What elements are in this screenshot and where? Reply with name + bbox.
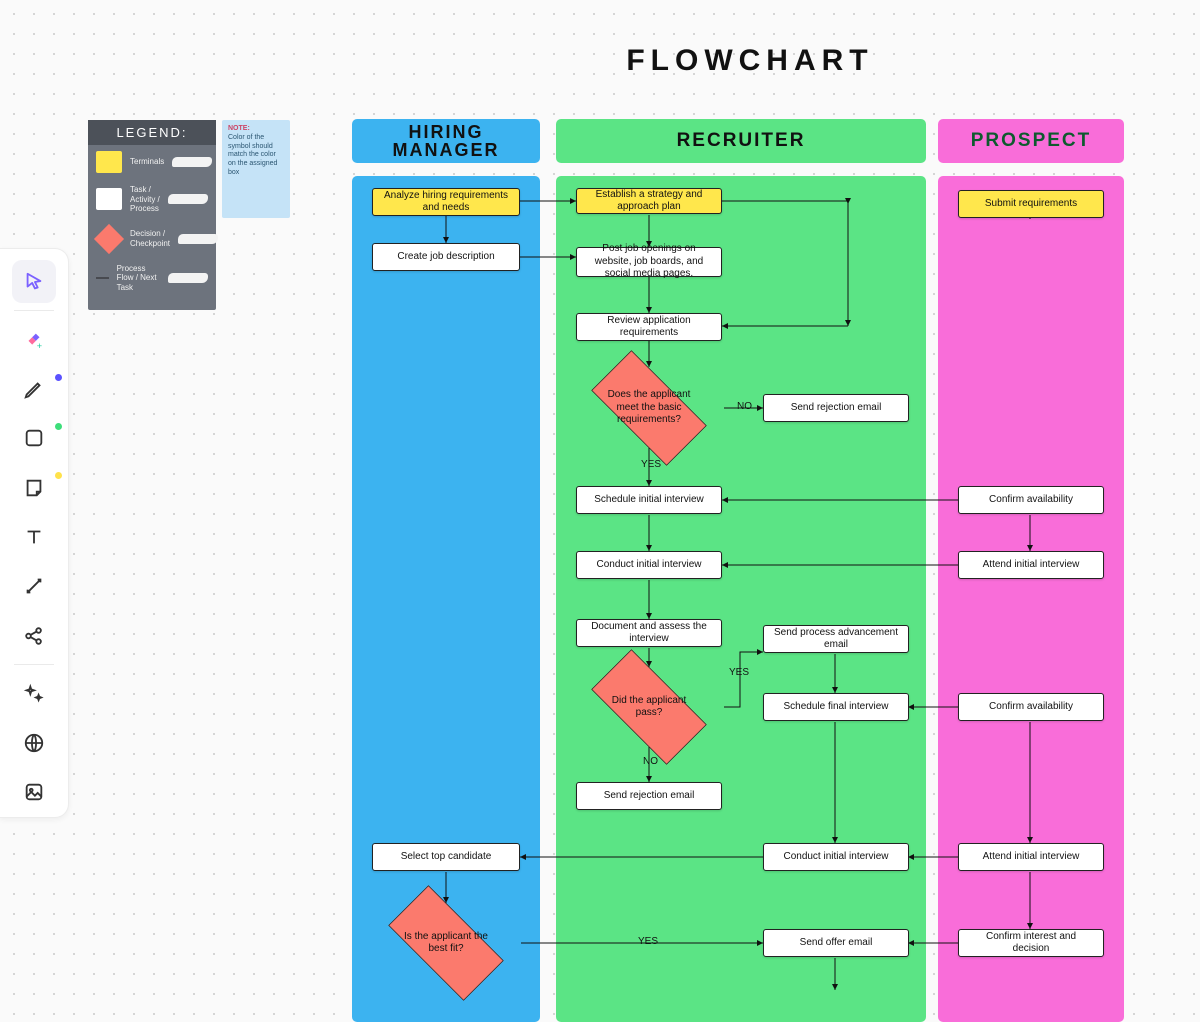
node-text: Establish a strategy and approach plan (585, 189, 713, 214)
node-text: Does the applicant meet the basic requir… (574, 368, 724, 448)
node-text: Send rejection email (791, 402, 882, 415)
node-r-pass[interactable]: Did the applicant pass? (574, 667, 724, 747)
node-hm-createjd[interactable]: Create job description (372, 243, 520, 271)
node-r-rej1[interactable]: Send rejection email (763, 394, 909, 422)
legend-card[interactable]: LEGEND: Terminals Task / Activity / Proc… (88, 120, 216, 310)
node-text: Conduct initial interview (783, 851, 888, 864)
node-p-conf1[interactable]: Confirm availability (958, 486, 1104, 514)
node-text: Confirm availability (989, 494, 1073, 507)
node-p-attend1[interactable]: Attend initial interview (958, 551, 1104, 579)
node-r-schedinit[interactable]: Schedule initial interview (576, 486, 722, 514)
node-text: Conduct initial interview (596, 559, 701, 572)
swatch-flow-arrow (96, 273, 109, 283)
node-r-reviewreq[interactable]: Review application requirements (576, 313, 722, 341)
node-hm-analyze[interactable]: Analyze hiring requirements and needs (372, 188, 520, 216)
node-p-attend2[interactable]: Attend initial interview (958, 843, 1104, 871)
swatch-terminal (96, 151, 122, 173)
swatch-task (96, 188, 122, 210)
node-r-post[interactable]: Post job openings on website, job boards… (576, 247, 722, 277)
node-p-conf2[interactable]: Confirm availability (958, 693, 1104, 721)
node-r-offer[interactable]: Send offer email (763, 929, 909, 957)
edge-label-no: NO (737, 401, 752, 412)
node-r-docassess[interactable]: Document and assess the interview (576, 619, 722, 647)
node-text: Post job openings on website, job boards… (585, 243, 713, 281)
node-r-basicreq[interactable]: Does the applicant meet the basic requir… (574, 368, 724, 448)
swatch-decision (94, 224, 124, 254)
node-r-strategy[interactable]: Establish a strategy and approach plan (576, 188, 722, 214)
legend-note[interactable]: NOTE: Color of the symbol should match t… (222, 120, 290, 218)
node-text: Submit requirements (985, 198, 1077, 211)
legend-label: Process Flow / Next Task (117, 264, 160, 293)
node-text: Select top candidate (401, 851, 492, 864)
edge-label-yes: YES (638, 936, 658, 947)
paint-swipe (168, 273, 208, 283)
legend-title: LEGEND: (88, 120, 216, 145)
node-text: Send process advancement email (772, 627, 900, 652)
node-text: Is the applicant the best fit? (371, 903, 521, 983)
paint-swipe (172, 157, 212, 167)
node-text: Schedule final interview (783, 701, 888, 714)
legend-label: Task / Activity / Process (130, 185, 160, 214)
legend-row-terminals: Terminals (88, 145, 216, 179)
legend-row-task: Task / Activity / Process (88, 179, 216, 220)
edge-label-yes: YES (641, 459, 661, 470)
node-text: Document and assess the interview (585, 621, 713, 646)
node-p-confirm-interest[interactable]: Confirm interest and decision (958, 929, 1104, 957)
node-text: Send rejection email (604, 790, 695, 803)
node-r-condfinal[interactable]: Conduct initial interview (763, 843, 909, 871)
node-hm-bestfit[interactable]: Is the applicant the best fit? (371, 903, 521, 983)
node-text: Attend initial interview (983, 851, 1080, 864)
note-body: Color of the symbol should match the col… (228, 134, 277, 176)
node-text: Create job description (397, 251, 494, 264)
canvas[interactable]: + FLOWC (0, 0, 1200, 1022)
node-text: Send offer email (800, 937, 873, 950)
edge-label-yes: YES (729, 667, 749, 678)
paint-swipe (178, 234, 218, 244)
node-r-rej2[interactable]: Send rejection email (576, 782, 722, 810)
node-text: Confirm availability (989, 701, 1073, 714)
node-hm-select[interactable]: Select top candidate (372, 843, 520, 871)
node-text: Schedule initial interview (594, 494, 704, 507)
edge-label-no: NO (643, 756, 658, 767)
legend-label: Decision / Checkpoint (130, 229, 170, 248)
node-r-schedfinal[interactable]: Schedule final interview (763, 693, 909, 721)
node-text: Did the applicant pass? (574, 667, 724, 747)
legend-row-decision: Decision / Checkpoint (88, 220, 216, 258)
node-text: Review application requirements (585, 315, 713, 340)
paint-swipe (168, 194, 208, 204)
node-text: Confirm interest and decision (967, 931, 1095, 956)
note-label: NOTE: (228, 125, 250, 132)
node-text: Analyze hiring requirements and needs (381, 190, 511, 215)
legend-row-flow: Process Flow / Next Task (88, 258, 216, 299)
node-text: Attend initial interview (983, 559, 1080, 572)
node-r-condinit[interactable]: Conduct initial interview (576, 551, 722, 579)
legend-label: Terminals (130, 157, 164, 167)
node-p-submit[interactable]: Submit requirements (958, 190, 1104, 218)
node-r-advance[interactable]: Send process advancement email (763, 625, 909, 653)
